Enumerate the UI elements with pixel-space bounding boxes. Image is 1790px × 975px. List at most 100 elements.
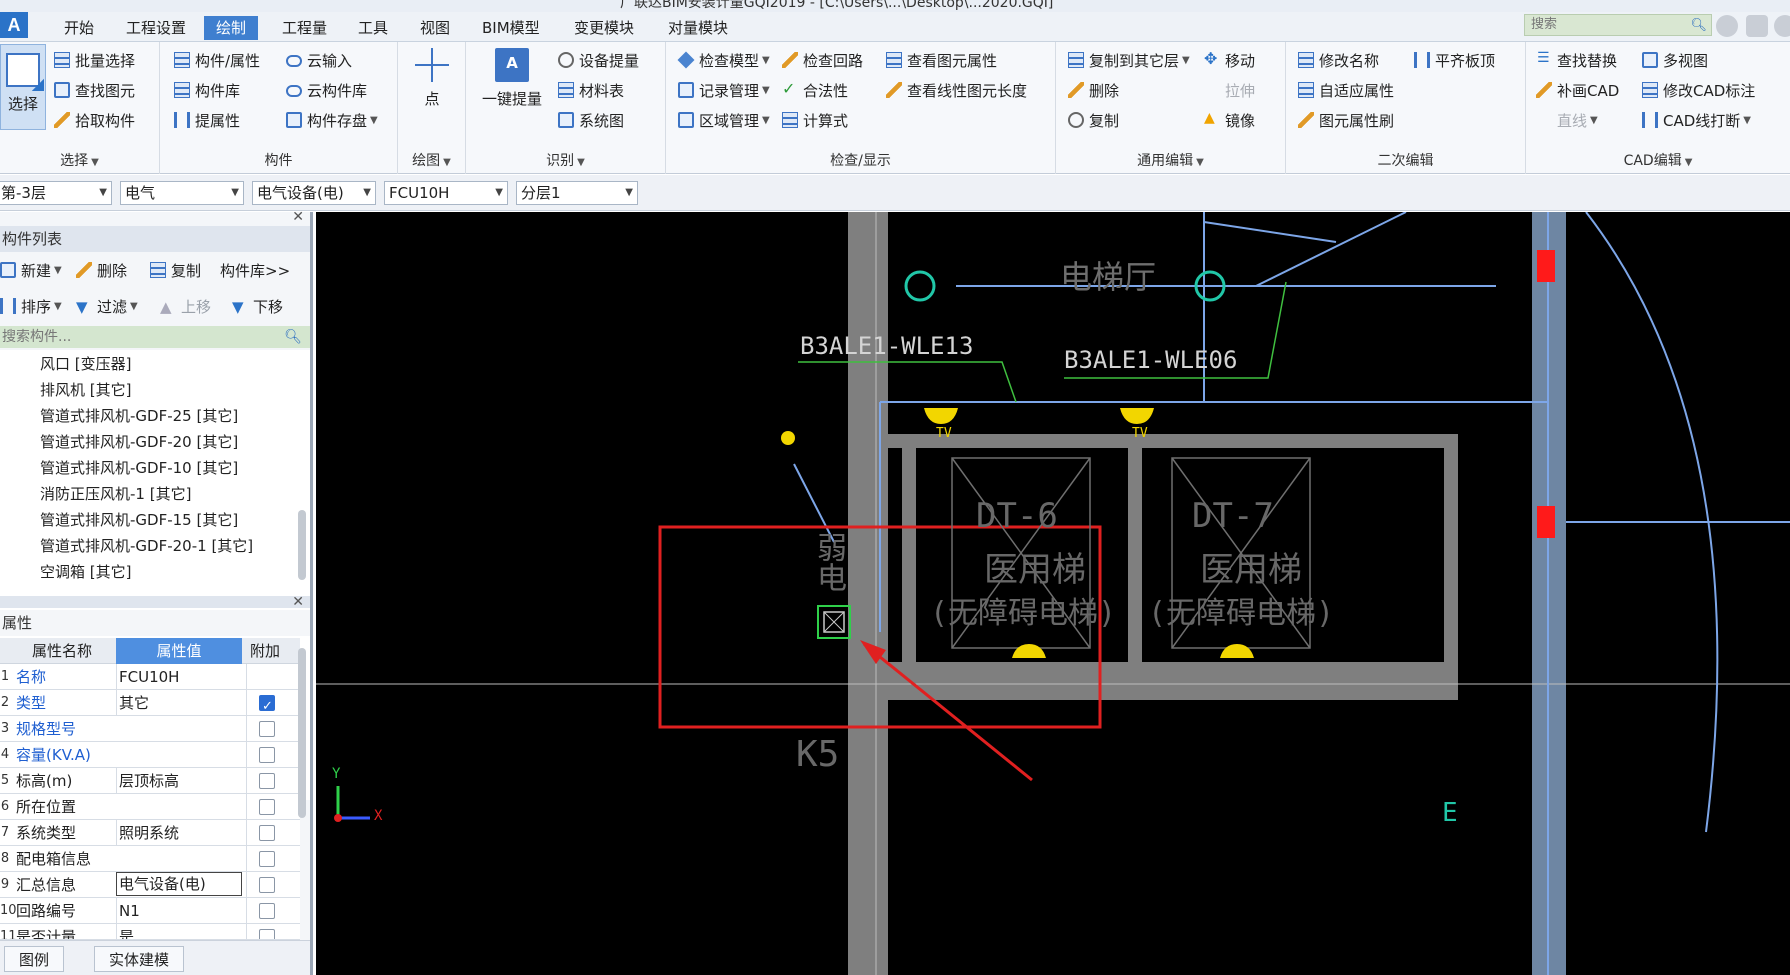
move-down-button[interactable]: ▼ 下移 — [232, 294, 283, 318]
rename-button[interactable]: 修改名称 — [1298, 48, 1379, 72]
copy-component-button[interactable]: 复制 — [150, 258, 201, 282]
table-row[interactable]: 11 是否计量 是 — [0, 924, 300, 940]
cad-break-button[interactable]: CAD线打断 ▼ — [1642, 108, 1751, 132]
cloud-input-button[interactable]: 云输入 — [286, 48, 352, 72]
list-item[interactable]: 风口 [变压器] — [40, 352, 131, 376]
menu-change[interactable]: 变更模块 — [562, 16, 646, 40]
mirror-button[interactable]: 镜像 — [1204, 108, 1255, 132]
tab-legend[interactable]: 图例 — [4, 946, 65, 972]
table-row[interactable]: 5 标高(m) 层顶标高 — [0, 768, 300, 794]
menu-project-settings[interactable]: 工程设置 — [114, 16, 198, 40]
drawing-canvas[interactable]: 电梯厅 B3ALE1-WLE13 B3ALE1-WLE06 DT-6 DT-7 … — [316, 212, 1790, 975]
checkbox[interactable] — [259, 929, 275, 939]
checkbox[interactable] — [259, 851, 275, 867]
list-item[interactable]: 管道式排风机-GDF-10 [其它] — [40, 456, 238, 480]
component-library-button[interactable]: 构件库 — [174, 78, 240, 102]
edit-cad-dimension-button[interactable]: 修改CAD标注 — [1642, 78, 1755, 102]
component-search-input[interactable]: 搜索构件... 🔍︎ — [0, 326, 310, 348]
search-icon[interactable]: 🔍︎ — [1690, 16, 1707, 36]
list-item[interactable]: 管道式排风机-GDF-15 [其它] — [40, 508, 238, 532]
app-logo[interactable]: A — [0, 12, 28, 38]
table-row[interactable]: 1 名称 FCU10H — [0, 664, 300, 690]
select-group-label[interactable]: 选择 ▼ — [0, 150, 159, 170]
table-row[interactable]: 9 汇总信息 电气设备(电) — [0, 872, 300, 898]
component-property-button[interactable]: 构件/属性 — [174, 48, 260, 72]
type-select[interactable]: 电气设备(电) ▼ — [252, 181, 376, 205]
property-brush-button[interactable]: 图元属性刷 — [1298, 108, 1394, 132]
new-component-button[interactable]: 新建 ▼ — [0, 258, 62, 282]
component-select[interactable]: FCU10H ▼ — [384, 181, 508, 205]
menu-compare[interactable]: 对量模块 — [656, 16, 740, 40]
layer-select[interactable]: 分层1 ▼ — [516, 181, 638, 205]
table-row[interactable]: 10 回路编号 N1 — [0, 898, 300, 924]
extract-property-button[interactable]: 提属性 — [174, 108, 240, 132]
property-value[interactable]: 照明系统 — [116, 820, 242, 846]
component-library-link[interactable]: 构件库>> — [220, 258, 290, 282]
delete-component-button[interactable]: 删除 — [76, 258, 127, 282]
menu-tools[interactable]: 工具 — [346, 16, 400, 40]
check-circuit-button[interactable]: 检查回路 — [782, 48, 863, 72]
point-button[interactable]: 点 — [412, 48, 452, 109]
property-value[interactable]: 其它 — [116, 690, 242, 716]
cloud-library-button[interactable]: 云构件库 — [286, 78, 367, 102]
list-item[interactable]: 排风机 [其它] — [40, 378, 131, 402]
table-row[interactable]: 8 配电箱信息 — [0, 846, 300, 872]
draw-cad-button[interactable]: 补画CAD — [1536, 78, 1619, 102]
line-button[interactable]: 直线 ▼ — [1536, 108, 1598, 132]
view-linear-length-button[interactable]: 查看线性图元长度 — [886, 78, 1027, 102]
pick-component-button[interactable]: 拾取构件 — [54, 108, 135, 132]
property-value[interactable]: FCU10H — [116, 664, 242, 690]
checkbox[interactable] — [259, 903, 275, 919]
system-diagram-button[interactable]: 系统图 — [558, 108, 624, 132]
list-item[interactable]: 管道式排风机-GDF-25 [其它] — [40, 404, 238, 428]
skin-icon[interactable] — [1774, 15, 1790, 37]
move-up-button[interactable]: ▲ 上移 — [160, 294, 211, 318]
copy-to-floor-button[interactable]: 复制到其它层 ▼ — [1068, 48, 1190, 72]
menu-start[interactable]: 开始 — [52, 16, 106, 40]
one-key-quantity-button[interactable]: A 一键提量 — [480, 48, 544, 109]
select-button[interactable]: 选择 — [0, 44, 46, 130]
legality-button[interactable]: 合法性 — [782, 78, 848, 102]
property-scrollbar[interactable] — [298, 648, 306, 818]
selected-equipment[interactable] — [817, 605, 851, 639]
component-save-button[interactable]: 构件存盘 ▼ — [286, 108, 378, 132]
adaptive-property-button[interactable]: 自适应属性 — [1298, 78, 1394, 102]
filter-button[interactable]: ▼ 过滤 ▼ — [76, 294, 138, 318]
floor-select[interactable]: 第-3层 ▼ — [0, 181, 112, 205]
menu-draw[interactable]: 绘制 — [204, 16, 259, 40]
delete-button[interactable]: 删除 — [1068, 78, 1119, 102]
find-element-button[interactable]: 查找图元 — [54, 78, 135, 102]
batch-select-button[interactable]: 批量选择 — [54, 48, 135, 72]
table-row[interactable]: 7 系统类型 照明系统 — [0, 820, 300, 846]
menu-quantity[interactable]: 工程量 — [270, 16, 339, 40]
checkbox[interactable] — [259, 799, 275, 815]
table-row[interactable]: 3 规格型号 — [0, 716, 300, 742]
checkbox[interactable] — [259, 877, 275, 893]
multi-view-button[interactable]: 多视图 — [1642, 48, 1708, 72]
user-icon[interactable] — [1716, 15, 1738, 37]
draw-group-label[interactable]: 绘图 ▼ — [398, 150, 465, 170]
property-value[interactable]: 电气设备(电) — [116, 872, 242, 896]
formula-button[interactable]: 计算式 — [782, 108, 848, 132]
checkbox[interactable] — [259, 825, 275, 841]
discipline-select[interactable]: 电气 ▼ — [120, 181, 244, 205]
checkbox[interactable] — [259, 747, 275, 763]
property-value[interactable]: 是 — [116, 924, 242, 939]
recognize-group-label[interactable]: 识别 ▼ — [466, 150, 665, 170]
find-replace-button[interactable]: 查找替换 — [1536, 48, 1617, 72]
cad-group-label[interactable]: CAD编辑 ▼ — [1526, 150, 1790, 170]
list-item[interactable]: 空调箱 [其它] — [40, 560, 131, 584]
checkbox[interactable] — [259, 773, 275, 789]
property-value[interactable]: 层顶标高 — [116, 768, 242, 794]
search-icon[interactable]: 🔍︎ — [284, 326, 302, 348]
list-scrollbar[interactable] — [298, 510, 306, 580]
sort-button[interactable]: 排序 ▼ — [0, 294, 62, 318]
table-row[interactable]: 4 容量(KV.A) — [0, 742, 300, 768]
tab-solid-model[interactable]: 实体建模 — [94, 946, 185, 972]
copy-button[interactable]: 复制 — [1068, 108, 1119, 132]
list-item[interactable]: 管道式排风机-GDF-20-1 [其它] — [40, 534, 253, 558]
area-manage-button[interactable]: 区域管理 ▼ — [678, 108, 770, 132]
checkbox[interactable] — [259, 694, 275, 720]
equipment-quantity-button[interactable]: 设备提量 — [558, 48, 639, 72]
property-value[interactable]: N1 — [116, 898, 242, 924]
